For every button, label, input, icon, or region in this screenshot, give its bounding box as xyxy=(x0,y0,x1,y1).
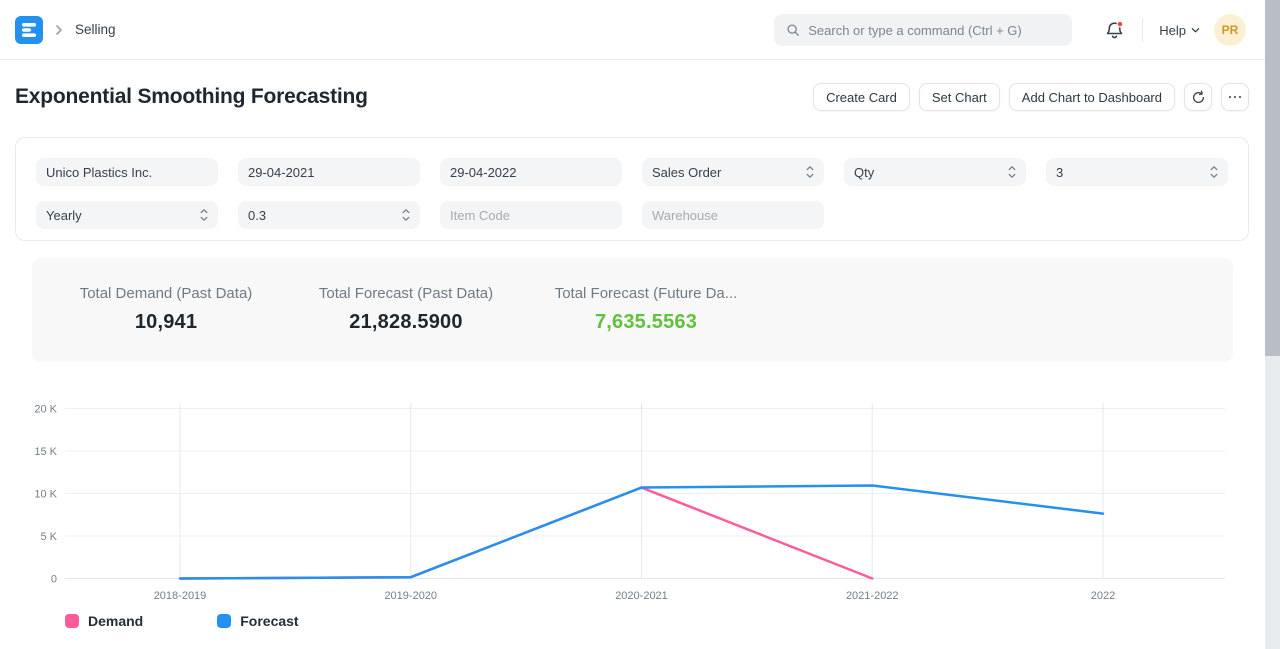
page-header: Exponential Smoothing Forecasting Create… xyxy=(15,83,1249,111)
navbar-divider xyxy=(1142,18,1143,42)
select-chevrons-icon xyxy=(1008,165,1016,179)
legend-label: Forecast xyxy=(240,613,298,629)
stat-label: Total Forecast (Future Da... xyxy=(526,285,766,302)
stat-label: Total Demand (Past Data) xyxy=(46,285,286,302)
stat-label: Total Forecast (Past Data) xyxy=(286,285,526,302)
ellipsis-icon xyxy=(1229,96,1242,99)
item-code-input[interactable] xyxy=(450,208,612,223)
smoothing-constant-select[interactable]: 0.3 xyxy=(238,201,420,229)
refresh-icon xyxy=(1191,90,1206,105)
svg-text:15 K: 15 K xyxy=(34,446,57,458)
based-on-document-select[interactable]: Sales Order xyxy=(642,158,824,186)
create-card-button[interactable]: Create Card xyxy=(813,83,910,111)
periodicity-select[interactable]: Yearly xyxy=(36,201,218,229)
app-logo[interactable] xyxy=(15,16,43,44)
forecast-chart: 0 5 K 10 K 15 K 20 K 2018-2019 2019-2020 2020-2… xyxy=(15,393,1249,608)
refresh-button[interactable] xyxy=(1184,83,1212,111)
svg-text:2019-2020: 2019-2020 xyxy=(384,590,437,602)
demand-legend-swatch xyxy=(65,614,79,628)
stat-value: 7,635.5563 xyxy=(526,311,766,334)
smoothing-constant-value: 0.3 xyxy=(248,208,402,223)
search-icon xyxy=(786,23,800,37)
breadcrumb-chevron-icon xyxy=(55,24,63,36)
legend-label: Demand xyxy=(88,613,143,629)
bell-icon xyxy=(1105,21,1124,40)
svg-text:2022: 2022 xyxy=(1091,590,1115,602)
stat-value: 10,941 xyxy=(46,311,286,334)
to-date-field[interactable] xyxy=(440,158,622,186)
svg-text:0: 0 xyxy=(51,574,57,586)
page-title: Exponential Smoothing Forecasting xyxy=(15,85,368,109)
page: Selling Help xyxy=(0,0,1280,649)
based-on-field-select[interactable]: Qty xyxy=(844,158,1026,186)
from-date-input[interactable] xyxy=(248,165,410,180)
from-date-field[interactable] xyxy=(238,158,420,186)
global-search[interactable] xyxy=(774,14,1072,46)
stat-value: 21,828.5900 xyxy=(286,311,526,334)
select-chevrons-icon xyxy=(402,208,410,222)
notifications-button[interactable] xyxy=(1105,21,1124,40)
search-input[interactable] xyxy=(808,23,1060,38)
warehouse-input[interactable] xyxy=(652,208,814,223)
forecast-legend-swatch xyxy=(217,614,231,628)
svg-text:20 K: 20 K xyxy=(34,404,57,416)
select-chevrons-icon xyxy=(1210,165,1218,179)
summary-section: Total Demand (Past Data) 10,941 Total Fo… xyxy=(32,258,1233,362)
item-code-field[interactable] xyxy=(440,201,622,229)
set-chart-button[interactable]: Set Chart xyxy=(919,83,1000,111)
chart-legend: Demand Forecast xyxy=(15,613,1249,629)
periodicity-value: Yearly xyxy=(46,208,200,223)
legend-item-demand: Demand xyxy=(65,613,143,629)
stat-total-demand-past: Total Demand (Past Data) 10,941 xyxy=(46,285,286,362)
stat-total-forecast-future: Total Forecast (Future Da... 7,635.5563 xyxy=(526,285,766,362)
menu-button[interactable] xyxy=(1221,83,1249,111)
avatar-initials: PR xyxy=(1222,23,1239,37)
svg-text:2020-2021: 2020-2021 xyxy=(615,590,668,602)
scrollbar-thumb[interactable] xyxy=(1265,0,1280,356)
svg-text:2018-2019: 2018-2019 xyxy=(154,590,207,602)
help-label: Help xyxy=(1159,23,1186,38)
warehouse-field[interactable] xyxy=(642,201,824,229)
legend-item-forecast: Forecast xyxy=(217,613,298,629)
based-on-document-value: Sales Order xyxy=(652,165,806,180)
select-chevrons-icon xyxy=(806,165,814,179)
no-of-years-select[interactable]: 3 xyxy=(1046,158,1228,186)
select-chevrons-icon xyxy=(200,208,208,222)
chevron-down-icon xyxy=(1191,27,1200,34)
svg-text:5 K: 5 K xyxy=(40,531,57,543)
breadcrumb-selling[interactable]: Selling xyxy=(75,22,116,37)
navbar: Selling Help xyxy=(0,0,1280,60)
svg-text:10 K: 10 K xyxy=(34,489,57,501)
based-on-field-value: Qty xyxy=(854,165,1008,180)
stat-total-forecast-past: Total Forecast (Past Data) 21,828.5900 xyxy=(286,285,526,362)
company-input[interactable] xyxy=(46,165,208,180)
avatar[interactable]: PR xyxy=(1214,14,1246,46)
add-chart-to-dashboard-button[interactable]: Add Chart to Dashboard xyxy=(1009,83,1175,111)
svg-text:2021-2022: 2021-2022 xyxy=(846,590,899,602)
scrollbar-track[interactable] xyxy=(1265,0,1280,649)
erpnext-logo-icon xyxy=(20,21,38,39)
to-date-input[interactable] xyxy=(450,165,612,180)
help-dropdown[interactable]: Help xyxy=(1159,23,1200,38)
no-of-years-value: 3 xyxy=(1056,165,1210,180)
filter-section: Sales Order Qty 3 Yearly xyxy=(15,137,1249,241)
company-field[interactable] xyxy=(36,158,218,186)
